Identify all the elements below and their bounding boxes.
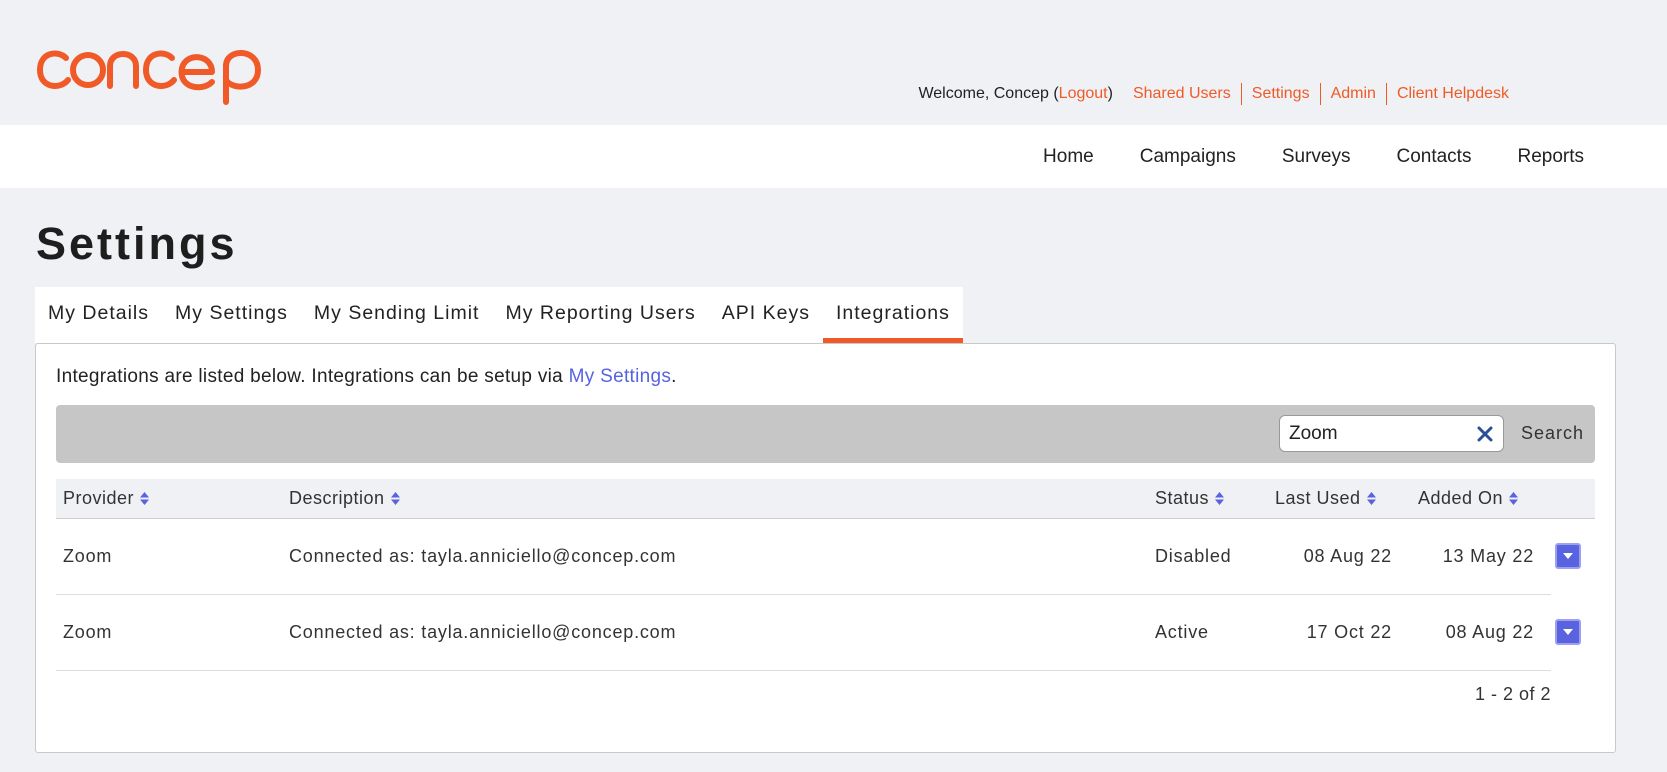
welcome-close-paren: ): [1107, 85, 1113, 102]
search-field: [1279, 415, 1504, 452]
cell-last-used: 08 Aug 22: [1303, 546, 1392, 566]
cell-added-on: 08 Aug 22: [1445, 622, 1534, 642]
client-helpdesk-link[interactable]: Client Helpdesk: [1397, 85, 1509, 103]
sort-icon: [1215, 492, 1225, 505]
cell-last-used: 17 Oct 22: [1306, 622, 1392, 642]
main-nav: Home Campaigns Surveys Contacts Reports: [0, 125, 1667, 188]
search-input[interactable]: [1289, 422, 1469, 446]
shared-users-link[interactable]: Shared Users: [1133, 85, 1231, 103]
integrations-panel: Integrations are listed below. Integrati…: [35, 343, 1616, 753]
column-label: Status: [1155, 488, 1210, 508]
nav-campaigns[interactable]: Campaigns: [1140, 146, 1236, 168]
intro-text: Integrations are listed below. Integrati…: [56, 366, 677, 388]
table-header: Provider Description Status Last Used Ad…: [56, 479, 1595, 519]
column-label: Description: [289, 488, 385, 508]
intro-message: Integrations are listed below. Integrati…: [56, 366, 569, 387]
pagination-info: 1 - 2 of 2: [1474, 684, 1551, 704]
tab-my-settings[interactable]: My Settings: [162, 287, 301, 343]
column-label: Last Used: [1275, 488, 1361, 508]
concep-logo: [37, 50, 261, 105]
logout-link[interactable]: Logout: [1059, 85, 1108, 103]
cell-added-on: 13 May 22: [1442, 546, 1534, 566]
column-added-on[interactable]: Added On: [1418, 479, 1519, 518]
sort-icon: [140, 492, 150, 505]
nav-reports[interactable]: Reports: [1517, 146, 1584, 168]
tab-integrations[interactable]: Integrations: [823, 287, 963, 343]
sort-icon: [1366, 492, 1376, 505]
search-bar: Search: [56, 405, 1595, 463]
table-row: Zoom Connected as: tayla.anniciello@conc…: [56, 595, 1581, 671]
tab-my-sending-limit[interactable]: My Sending Limit: [301, 287, 493, 343]
integrations-table: Provider Description Status Last Used Ad…: [56, 479, 1595, 671]
chevron-down-icon: [1563, 629, 1573, 635]
divider: [1240, 83, 1242, 105]
nav-surveys[interactable]: Surveys: [1282, 146, 1351, 168]
column-provider[interactable]: Provider: [63, 479, 150, 518]
tab-api-keys[interactable]: API Keys: [709, 287, 823, 343]
chevron-down-icon: [1563, 553, 1573, 559]
cell-status: Disabled: [1155, 546, 1232, 566]
column-last-used[interactable]: Last Used: [1275, 479, 1377, 518]
search-button[interactable]: Search: [1521, 423, 1584, 444]
my-settings-link[interactable]: My Settings: [569, 366, 672, 387]
nav-home[interactable]: Home: [1043, 146, 1094, 168]
row-actions-button[interactable]: [1555, 619, 1581, 645]
column-label: Provider: [63, 488, 135, 508]
admin-link[interactable]: Admin: [1331, 85, 1376, 103]
user-bar: Welcome, Concep ( Logout ) Shared Users …: [918, 83, 1509, 105]
cell-provider: Zoom: [63, 622, 113, 642]
cell-provider: Zoom: [63, 546, 113, 566]
divider: [1385, 83, 1387, 105]
cell-description: Connected as: tayla.anniciello@concep.co…: [289, 546, 677, 566]
divider: [1319, 83, 1321, 105]
tab-my-reporting-users[interactable]: My Reporting Users: [492, 287, 708, 343]
settings-tabs: My Details My Settings My Sending Limit …: [35, 287, 963, 343]
sort-icon: [1509, 492, 1519, 505]
table-row: Zoom Connected as: tayla.anniciello@conc…: [56, 519, 1581, 595]
settings-link[interactable]: Settings: [1252, 85, 1310, 103]
welcome-text: Welcome, Concep (: [918, 85, 1059, 102]
column-description[interactable]: Description: [289, 479, 401, 518]
column-status[interactable]: Status: [1155, 479, 1225, 518]
nav-contacts[interactable]: Contacts: [1396, 146, 1471, 168]
column-label: Added On: [1418, 488, 1504, 508]
page-title: Settings: [36, 218, 238, 269]
intro-suffix: .: [671, 366, 677, 387]
cell-description: Connected as: tayla.anniciello@concep.co…: [289, 622, 677, 642]
tab-my-details[interactable]: My Details: [35, 287, 162, 343]
row-actions-button[interactable]: [1555, 543, 1581, 569]
close-icon[interactable]: [1476, 425, 1494, 443]
sort-icon: [390, 492, 400, 505]
cell-status: Active: [1155, 622, 1209, 642]
